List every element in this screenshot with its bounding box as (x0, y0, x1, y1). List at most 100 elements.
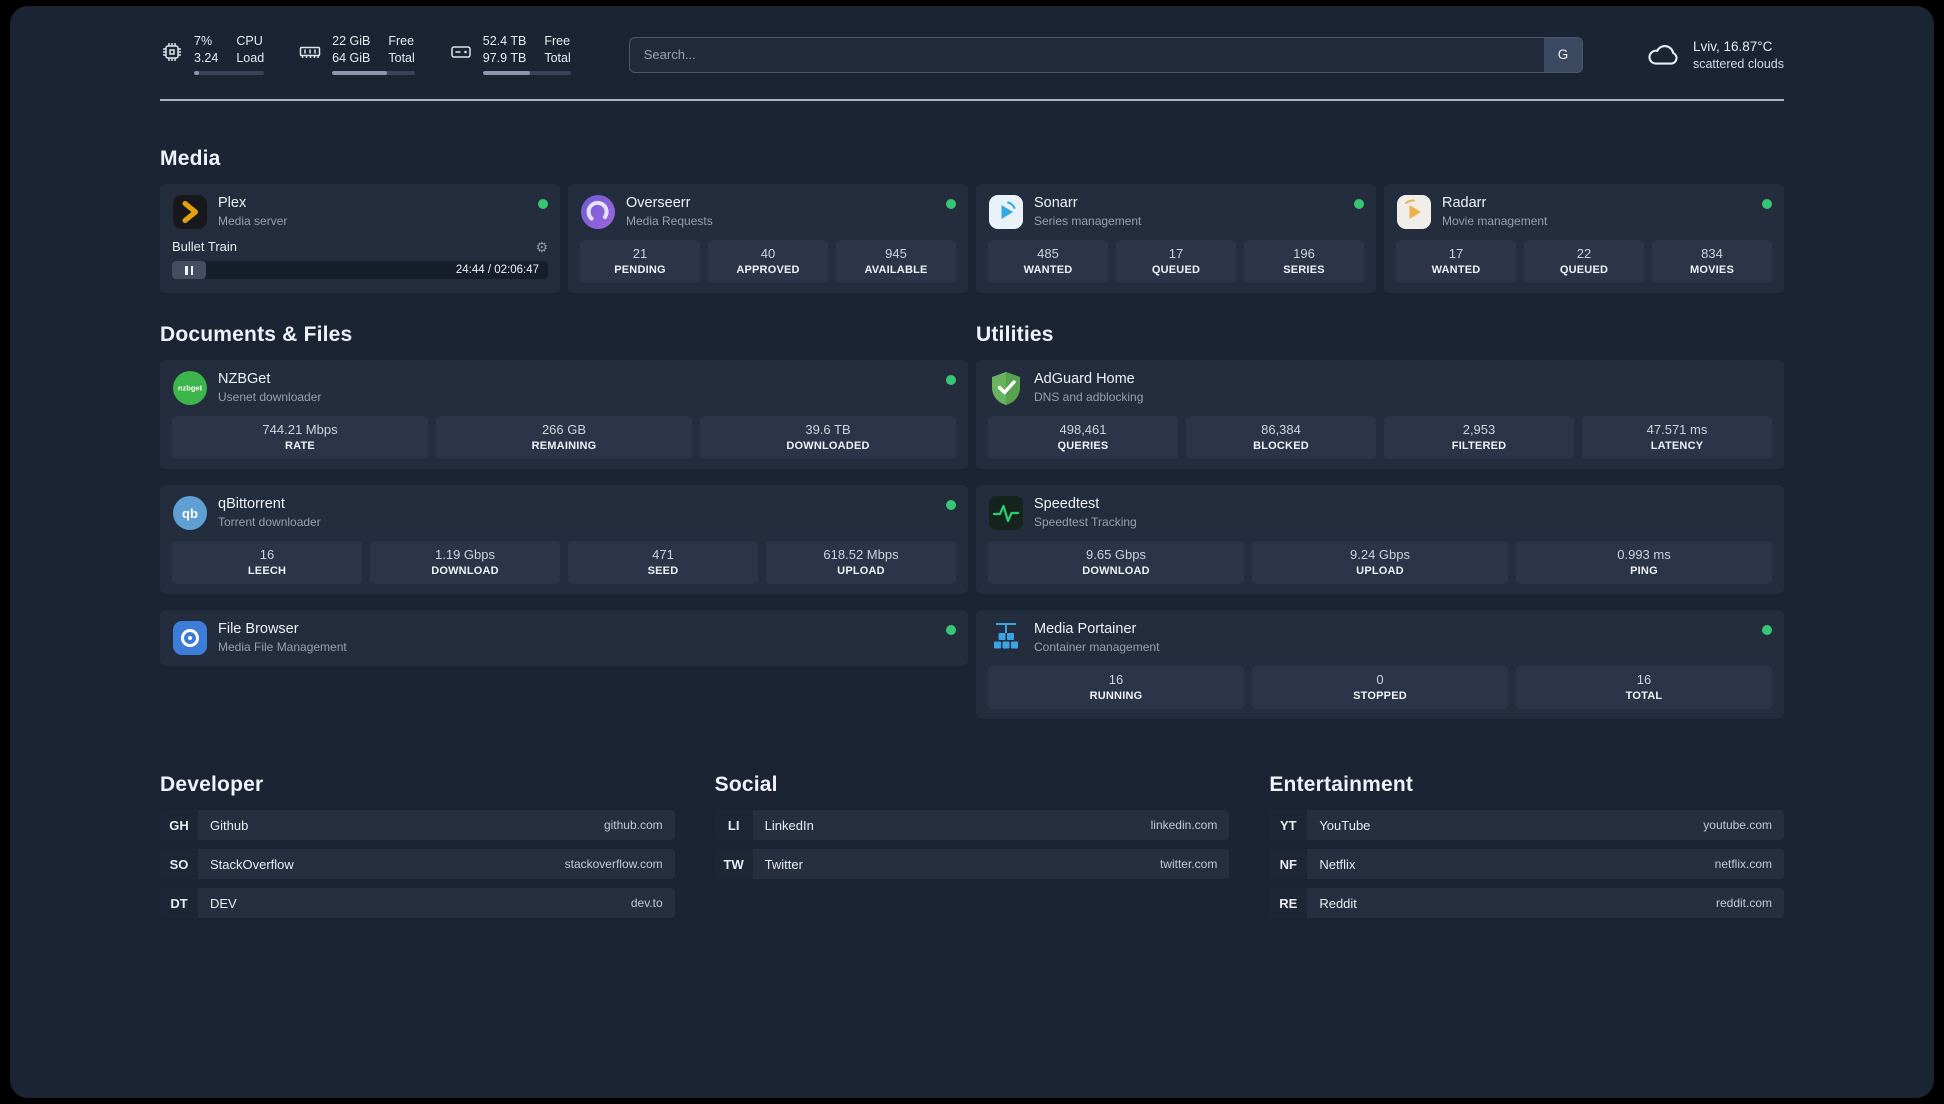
ram-total-label: Total (388, 51, 415, 65)
nzbget-icon: nzbget (173, 371, 207, 405)
search-input[interactable] (628, 36, 1583, 73)
sonarr-icon (989, 195, 1023, 229)
stat-downloaded: 39.6 TB DOWNLOADED (700, 416, 956, 459)
app-card-sonarr[interactable]: Sonarr Series management 485 WANTED 17 Q… (976, 184, 1376, 293)
ram-free-label: Free (388, 34, 415, 48)
gear-icon[interactable]: ⚙ (535, 240, 548, 254)
bookmark-name: Reddit (1319, 895, 1357, 911)
disk-readout: 52.4 TB Free 97.9 TB Total (482, 34, 571, 75)
stat-approved: 40 APPROVED (708, 240, 828, 283)
radarr-icon (1397, 195, 1431, 229)
bookmark-name: Netflix (1319, 856, 1356, 872)
stat-blocked: 86,384 BLOCKED (1186, 416, 1376, 459)
status-dot (946, 625, 956, 635)
section-title-developer: Developer (160, 773, 264, 796)
section-utilities: Utilities AdGuard Home DNS and adblockin… (976, 323, 1784, 719)
app-desc: Container management (1034, 640, 1160, 654)
section-social: Social LI LinkedIn linkedin.com TW Twitt… (714, 773, 1230, 927)
weather-condition: scattered clouds (1692, 56, 1784, 71)
qbittorrent-icon: qb (173, 496, 207, 530)
disk-free-label: Free (544, 34, 571, 48)
bookmark-linkedin[interactable]: LI LinkedIn linkedin.com (714, 810, 1230, 840)
ram-meter (332, 71, 415, 75)
bookmark-twitter[interactable]: TW Twitter twitter.com (714, 849, 1230, 879)
disk-free-value: 52.4 TB (482, 34, 527, 48)
ram-widget: 22 GiB Free 64 GiB Total (298, 34, 415, 75)
bookmark-name: YouTube (1319, 817, 1371, 833)
app-card-radarr[interactable]: Radarr Movie management 17 WANTED 22 QUE… (1384, 184, 1784, 293)
now-playing-title: Bullet Train (172, 239, 238, 254)
cpu-load-label: Load (236, 51, 265, 65)
bookmark-abbr: NF (1269, 849, 1308, 879)
pause-button[interactable] (172, 261, 206, 279)
app-name: Overseerr (626, 195, 691, 211)
ram-total-value: 64 GiB (332, 51, 371, 65)
stat-pending: 21 PENDING (580, 240, 700, 283)
app-card-plex[interactable]: Plex Media server Bullet Train ⚙ 24:44 /… (160, 184, 560, 293)
status-dot (1762, 625, 1772, 635)
bookmark-abbr: GH (160, 810, 198, 840)
cpu-meter (194, 71, 265, 75)
stat-upload: 9.24 Gbps UPLOAD (1252, 541, 1508, 584)
app-name: AdGuard Home (1034, 371, 1135, 387)
stat-upload: 618.52 Mbps UPLOAD (766, 541, 956, 584)
bookmark-url: netflix.com (1714, 857, 1772, 871)
weather-widget: Lviv, 16.87°C scattered clouds (1643, 38, 1784, 72)
stat-wanted: 485 WANTED (988, 240, 1108, 283)
cpu-label: CPU (236, 34, 263, 48)
bookmark-url: dev.to (630, 896, 663, 910)
app-card-qbittorrent[interactable]: qb qBittorrent Torrent downloader 16 LEE… (160, 485, 968, 594)
stat-ping: 0.993 ms PING (1516, 541, 1772, 584)
app-name: Media Portainer (1034, 621, 1137, 637)
section-title-utilities: Utilities (976, 323, 1054, 346)
app-desc: Speedtest Tracking (1034, 515, 1137, 529)
app-name: Plex (218, 195, 247, 211)
status-dot (946, 500, 956, 510)
bookmark-github[interactable]: GH Github github.com (160, 810, 675, 840)
app-card-nzbget[interactable]: nzbget NZBGet Usenet downloader 744.21 M… (160, 360, 968, 469)
section-entertainment: Entertainment YT YouTube youtube.com NF … (1269, 773, 1784, 927)
bookmark-abbr: LI (714, 810, 753, 840)
search-engine-button[interactable]: G (1543, 37, 1582, 72)
app-card-adguard[interactable]: AdGuard Home DNS and adblocking 498,461 … (976, 360, 1784, 469)
disk-widget: 52.4 TB Free 97.9 TB Total (449, 34, 571, 75)
svg-text:nzbget: nzbget (178, 384, 203, 393)
cloud-icon (1648, 44, 1678, 65)
status-dot (1354, 199, 1364, 209)
stat-total: 16 TOTAL (1516, 666, 1772, 709)
bookmark-youtube[interactable]: YT YouTube youtube.com (1269, 810, 1784, 840)
bookmark-netflix[interactable]: NF Netflix netflix.com (1269, 849, 1784, 879)
playback-progress-bar[interactable]: 24:44 / 02:06:47 (172, 261, 548, 279)
bookmark-url: youtube.com (1703, 818, 1772, 832)
cpu-load-value: 3.24 (194, 51, 219, 65)
ram-free-value: 22 GiB (332, 34, 371, 48)
status-dot (1762, 199, 1772, 209)
bookmark-dev[interactable]: DT DEV dev.to (160, 888, 675, 918)
app-card-portainer[interactable]: Media Portainer Container management 16 … (976, 610, 1784, 719)
topbar: 7% CPU 3.24 Load 22 GiB Free 64 GiB Tota… (160, 34, 1784, 75)
status-dot (946, 375, 956, 385)
status-dot (538, 199, 548, 209)
stat-running: 16 RUNNING (988, 666, 1244, 709)
bookmark-reddit[interactable]: RE Reddit reddit.com (1269, 888, 1784, 918)
stat-queries: 498,461 QUERIES (988, 416, 1178, 459)
search-bar: G (628, 36, 1583, 73)
bookmark-url: reddit.com (1715, 896, 1772, 910)
bookmark-url: stackoverflow.com (564, 857, 663, 871)
section-title-social: Social (714, 773, 778, 796)
bookmark-stackoverflow[interactable]: SO StackOverflow stackoverflow.com (160, 849, 675, 879)
stat-movies: 834 MOVIES (1652, 240, 1772, 283)
cpu-percent: 7% (194, 34, 213, 48)
app-name: qBittorrent (218, 496, 285, 512)
bookmark-abbr: YT (1269, 810, 1308, 840)
app-card-filebrowser[interactable]: File Browser Media File Management (160, 610, 968, 666)
section-title-media: Media (160, 147, 221, 170)
app-desc: DNS and adblocking (1034, 390, 1144, 404)
app-card-overseerr[interactable]: Overseerr Media Requests 21 PENDING 40 A… (568, 184, 968, 293)
topbar-divider (160, 99, 1784, 101)
app-name: File Browser (218, 621, 299, 637)
disk-meter (482, 71, 571, 75)
app-card-speedtest[interactable]: Speedtest Speedtest Tracking 9.65 Gbps D… (976, 485, 1784, 594)
disk-icon (451, 46, 471, 58)
stat-wanted: 17 WANTED (1396, 240, 1516, 283)
